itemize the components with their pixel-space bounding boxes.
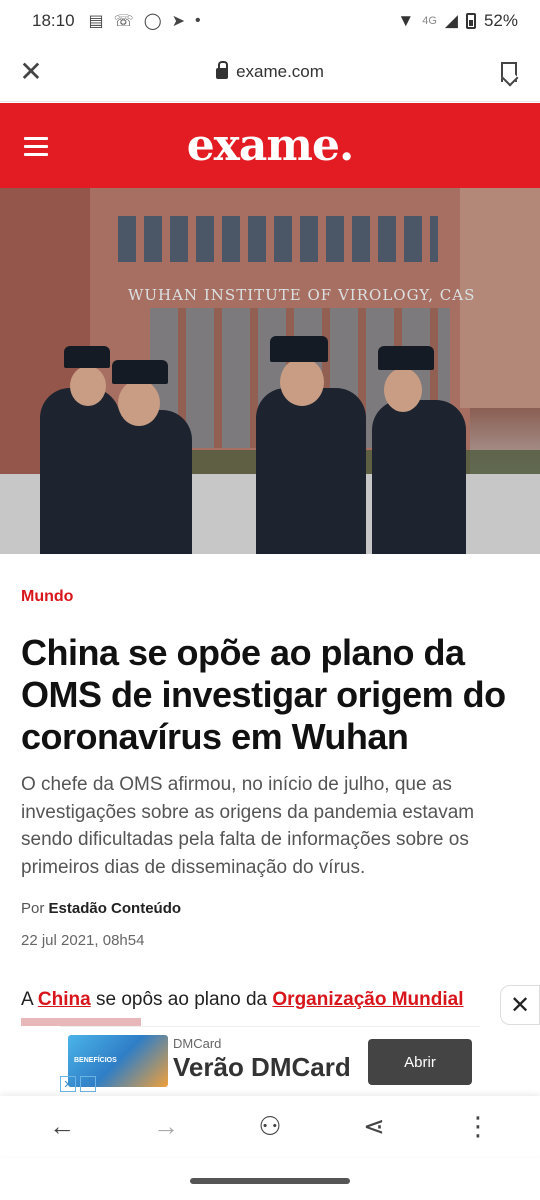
browser-bottom-toolbar: ← → ⚇ ⋖ ⋮ — [0, 1096, 540, 1156]
lock-icon — [216, 61, 229, 79]
article-body-cutoff — [21, 1016, 501, 1026]
news-icon: ▤ — [88, 13, 104, 30]
article-category[interactable]: Mundo — [21, 588, 73, 606]
body-text-start: A — [21, 989, 33, 1010]
ad-close-button[interactable]: ✕ — [500, 985, 540, 1025]
link-oms[interactable]: Organização Mundial — [272, 989, 463, 1010]
site-logo[interactable]: exame. — [0, 120, 540, 171]
byline-author[interactable]: Estadão Conteúdo — [49, 900, 182, 917]
status-right: ▼ 4G ◢ 52% — [397, 11, 518, 31]
url-display[interactable]: exame.com — [62, 61, 478, 82]
more-vertical-icon[interactable]: ⋮ — [448, 1111, 508, 1142]
bookmark-icon — [501, 61, 517, 82]
wifi-icon: ▼ — [397, 11, 415, 30]
officer-figure — [72, 410, 192, 554]
ad-open-button[interactable]: Abrir — [368, 1039, 472, 1085]
ad-info-icon[interactable]: i — [80, 1076, 96, 1092]
ad-close-small-icon[interactable]: ✕ — [60, 1076, 76, 1092]
signal-icon: ◢ — [444, 11, 458, 30]
ad-choices[interactable]: ✕ i — [60, 1074, 102, 1094]
dot-icon: • — [195, 12, 201, 29]
share-icon[interactable]: ⋖ — [344, 1111, 404, 1142]
read-aloud-icon[interactable]: ⚇ — [240, 1111, 300, 1142]
bookmark-button[interactable] — [478, 61, 540, 82]
article-byline: Por Estadão Conteúdo — [21, 900, 181, 917]
ad-banner[interactable]: BENEFÍCIOS DMCard Verão DMCard Abrir — [60, 1026, 480, 1094]
article-date: 22 jul 2021, 08h54 — [21, 932, 145, 949]
ad-brand: DMCard — [173, 1036, 222, 1051]
notification-icons: ▤ ☏ ◯ ➤ • — [89, 11, 201, 31]
article-body-first-line: A China se opôs ao plano da Organização … — [21, 986, 501, 1014]
hero-image: WUHAN INSTITUTE OF VIROLOGY, CAS — [0, 188, 540, 554]
telegram-icon: ➤ — [171, 13, 185, 30]
close-icon[interactable]: ✕ — [0, 55, 62, 88]
arrow-right-icon[interactable]: → — [136, 1111, 196, 1142]
arrow-left-icon[interactable]: ← — [32, 1111, 92, 1142]
browser-url-bar: ✕ exame.com — [0, 42, 540, 102]
building-sign-text: WUHAN INSTITUTE OF VIROLOGY, CAS — [128, 286, 476, 304]
officer-figure — [372, 400, 466, 554]
ad-title[interactable]: Verão DMCard — [173, 1052, 351, 1083]
network-type: 4G — [422, 15, 437, 27]
site-header: exame. — [0, 103, 540, 188]
body-text-mid: se opôs ao plano da — [95, 989, 268, 1010]
byline-prefix: Por — [21, 900, 45, 917]
whatsapp-icon: ◯ — [143, 13, 162, 30]
status-bar: 18:10 ▤ ☏ ◯ ➤ • ▼ 4G ◢ 52% — [0, 0, 540, 42]
battery-percent: 52% — [483, 11, 518, 30]
gesture-bar — [190, 1178, 350, 1184]
article-lede: O chefe da OMS afirmou, no início de jul… — [21, 774, 475, 878]
link-china[interactable]: China — [38, 989, 91, 1010]
ad-image-caption: BENEFÍCIOS — [74, 1057, 117, 1064]
building-chinese-sign — [118, 216, 438, 262]
officer-figure — [256, 388, 366, 554]
url-text: exame.com — [236, 61, 324, 81]
battery-icon — [465, 13, 476, 29]
hamburger-icon[interactable] — [24, 137, 48, 161]
missed-call-icon: ☏ — [113, 13, 134, 30]
article-headline: China se opõe ao plano da OMS de investi… — [21, 632, 506, 757]
status-time: 18:10 — [32, 11, 75, 30]
